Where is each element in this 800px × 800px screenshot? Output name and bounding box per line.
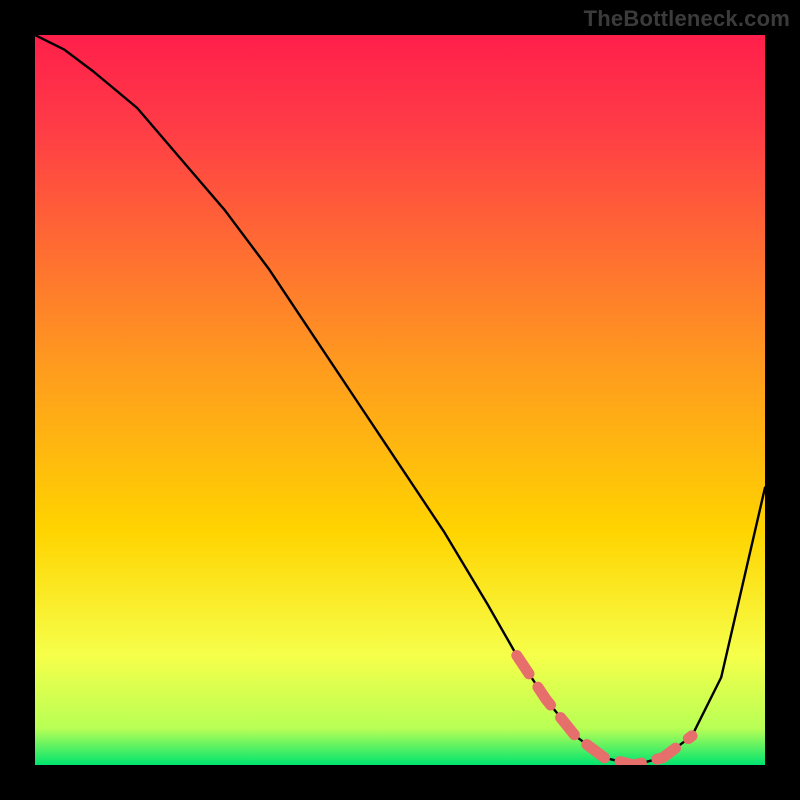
chart-svg xyxy=(35,35,765,765)
plot-area xyxy=(35,35,765,765)
chart-frame: TheBottleneck.com xyxy=(0,0,800,800)
watermark-text: TheBottleneck.com xyxy=(584,6,790,32)
